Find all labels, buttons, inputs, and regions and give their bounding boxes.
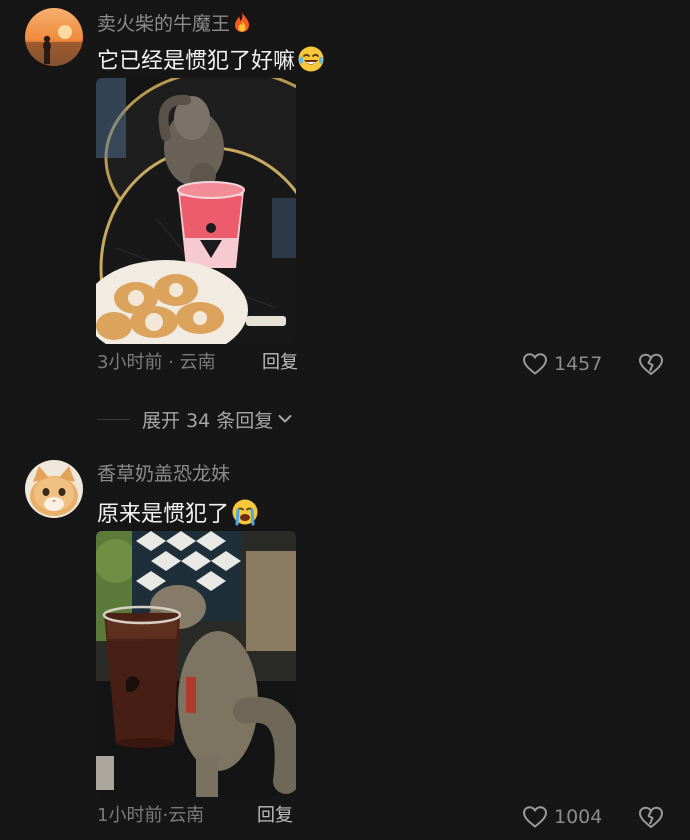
comment-time: 1小时前 [97,805,163,826]
meta-separator: · [162,352,180,373]
comment-time: 3小时前 [97,352,163,373]
username-text: 卖火柴的牛魔王 [97,13,231,35]
broken-heart-icon [638,806,664,829]
comment-meta: 1小时前·云南 [97,807,204,825]
heart-icon [522,806,548,828]
comment-text-content: 它已经是惯犯了好嘛 [97,49,296,74]
kitten-avatar-image [25,460,83,518]
fire-icon [235,12,250,32]
comment-photo[interactable] [96,78,296,344]
like-button[interactable]: 1457 [522,350,602,378]
squirrel-iced-tea-photo [96,531,296,797]
divider [97,418,130,420]
reply-button[interactable]: 回复 [257,807,293,825]
expand-replies-button[interactable]: 展开 34 条回复 [97,405,293,433]
comment-meta: 3小时前 · 云南 [97,354,216,372]
comment-text: 它已经是惯犯了好嘛 [97,45,325,73]
dislike-button[interactable] [637,803,665,831]
sunset-avatar-image [25,8,83,66]
avatar[interactable] [25,460,83,518]
comment-text-content: 原来是惯犯了 [97,502,230,527]
comment-thread: 卖火柴的牛魔王 它已经是惯犯了好嘛 3小时前 · 云南 回复 1457 展开 3… [0,0,690,840]
like-count: 1004 [554,806,603,828]
comment-text: 原来是惯犯了 [97,498,259,526]
username[interactable]: 卖火柴的牛魔王 [97,11,252,34]
username[interactable]: 香草奶盖恐龙妹 [97,465,230,484]
avatar[interactable] [25,8,83,66]
broken-heart-icon [638,353,664,376]
comment-item: 香草奶盖恐龙妹 原来是惯犯了 1小时前·云南 回复 1004 [0,455,690,840]
like-button[interactable]: 1004 [522,803,602,831]
reply-button[interactable]: 回复 [262,354,298,372]
squirrel-pink-drink-photo [96,78,296,344]
heart-icon [522,353,548,375]
comment-item: 卖火柴的牛魔王 它已经是惯犯了好嘛 3小时前 · 云南 回复 1457 [0,0,690,380]
like-count: 1457 [554,353,603,375]
crying-laughing-emoji-icon [298,46,324,72]
comment-photo[interactable] [96,531,296,797]
comment-location: 云南 [179,352,216,373]
expand-replies-label: 展开 34 条回复 [142,409,274,432]
crying-emoji-icon [232,499,258,526]
dislike-button[interactable] [637,350,665,378]
comment-location: 云南 [168,805,205,826]
chevron-down-icon [278,415,292,423]
